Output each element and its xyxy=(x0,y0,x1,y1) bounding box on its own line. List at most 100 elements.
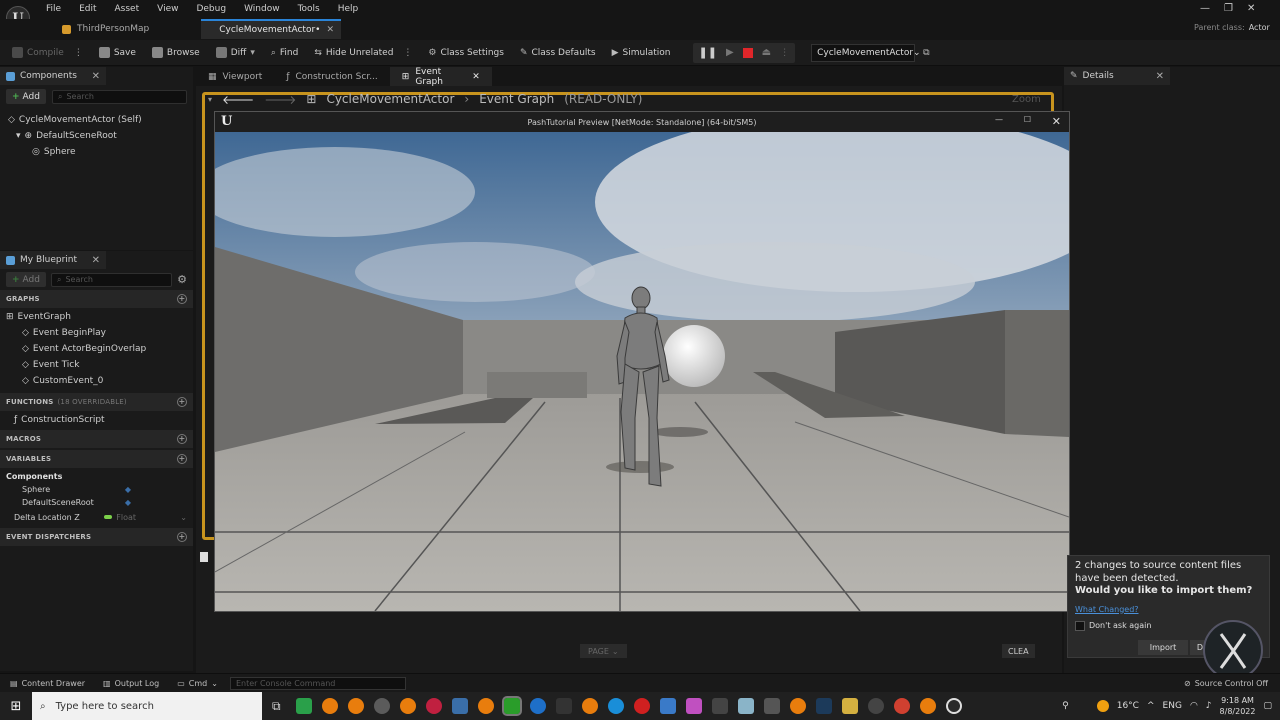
tab-event-graph[interactable]: ⊞ Event Graph ✕ xyxy=(389,67,492,87)
event-item-custom[interactable]: ◇ CustomEvent_0 xyxy=(6,373,187,389)
app-icon[interactable] xyxy=(529,698,546,714)
language-indicator[interactable]: ENG xyxy=(1163,701,1182,711)
variable-item-default-scene-root[interactable]: DefaultSceneRoot ◆ xyxy=(6,496,187,509)
maximize-icon[interactable]: ☐ xyxy=(1024,115,1031,124)
close-app-icon[interactable]: ✕ xyxy=(1247,3,1255,14)
source-control-button[interactable]: ⊘ Source Control Off xyxy=(1184,679,1280,688)
steam-icon[interactable] xyxy=(815,698,832,714)
app-icon[interactable] xyxy=(295,698,312,714)
components-tab[interactable]: Components ✕ xyxy=(0,67,106,85)
tab-construction-script[interactable]: ƒ Construction Scr... xyxy=(274,67,389,86)
section-graphs[interactable]: GRAPHS + xyxy=(0,290,193,308)
clear-button[interactable]: CLEA xyxy=(1002,644,1035,658)
output-log-button[interactable]: ▥ Output Log xyxy=(99,679,163,688)
tree-item-default-scene-root[interactable]: ▾ ⊕ DefaultSceneRoot xyxy=(8,128,185,144)
people-icon[interactable]: ⚲ xyxy=(1062,701,1069,711)
temperature-label[interactable]: 16°C xyxy=(1117,701,1139,711)
opera-icon[interactable] xyxy=(425,698,442,714)
stop-icon[interactable] xyxy=(742,47,753,58)
close-tab-icon[interactable]: ✕ xyxy=(472,72,480,82)
breadcrumb-actor[interactable]: CycleMovementActor xyxy=(326,92,454,106)
tree-item-self[interactable]: ◇ CycleMovementActor (Self) xyxy=(8,112,185,128)
menu-edit[interactable]: Edit xyxy=(70,1,105,17)
app-icon[interactable] xyxy=(451,698,468,714)
page-button[interactable]: PAGE ⌄ xyxy=(580,644,627,658)
class-defaults-button[interactable]: ✎ Class Defaults xyxy=(512,42,604,64)
blender-icon[interactable] xyxy=(919,698,936,714)
add-graph-icon[interactable]: + xyxy=(177,294,187,304)
blender-icon[interactable] xyxy=(789,698,806,714)
app-icon[interactable] xyxy=(373,698,390,714)
add-member-button[interactable]: + Add xyxy=(6,272,46,287)
save-button[interactable]: Save xyxy=(91,42,144,64)
diff-button[interactable]: Diff ▾ xyxy=(208,42,263,64)
close-icon[interactable]: ✕ xyxy=(92,255,100,266)
console-command-input[interactable]: Enter Console Command xyxy=(229,676,406,690)
menu-tools[interactable]: Tools xyxy=(289,1,329,17)
folder-icon[interactable] xyxy=(841,698,858,714)
app-icon[interactable] xyxy=(685,698,702,714)
game-window-titlebar[interactable]: U PashTutorial Preview [NetMode: Standal… xyxy=(215,112,1069,132)
function-item-construction-script[interactable]: ƒ ConstructionScript xyxy=(6,412,187,428)
browse-button[interactable]: Browse xyxy=(144,42,208,64)
wifi-icon[interactable]: ◠ xyxy=(1190,701,1198,711)
blueprint-search-input[interactable]: ⌕ Search xyxy=(50,272,173,287)
cmd-dropdown[interactable]: ▭ Cmd ⌄ xyxy=(173,679,222,688)
menu-view[interactable]: View xyxy=(148,1,187,17)
close-icon[interactable]: ✕ xyxy=(1156,71,1164,82)
edge-icon[interactable] xyxy=(607,698,624,714)
unreal-engine-icon[interactable] xyxy=(945,698,962,714)
add-dispatcher-icon[interactable]: + xyxy=(177,532,187,542)
variable-group-components[interactable]: Components xyxy=(6,469,187,483)
restore-icon[interactable]: ❐ xyxy=(1224,3,1233,14)
unity-icon[interactable] xyxy=(763,698,780,714)
minimize-icon[interactable]: — xyxy=(1200,3,1210,14)
breadcrumb-graph[interactable]: Event Graph xyxy=(479,92,554,106)
debug-object-dropdown[interactable]: CycleMovementActor ⌄ xyxy=(811,43,921,62)
app-icon[interactable] xyxy=(633,698,650,714)
close-icon[interactable]: ✕ xyxy=(92,71,100,82)
pause-icon[interactable]: ❚❚ xyxy=(699,46,717,59)
event-item-tick[interactable]: ◇ Event Tick xyxy=(6,357,187,373)
menu-asset[interactable]: Asset xyxy=(106,1,149,17)
find-button[interactable]: ⌕ Find xyxy=(263,42,307,64)
compile-button[interactable]: Compile ⋮ xyxy=(4,42,91,64)
game-scene[interactable] xyxy=(215,132,1069,611)
tab-viewport[interactable]: ▦ Viewport xyxy=(196,67,274,86)
blender-icon[interactable] xyxy=(347,698,364,714)
tab-cycle-movement-actor[interactable]: CycleMovementActor• ✕ xyxy=(201,19,342,39)
compile-options-icon[interactable]: ⋮ xyxy=(74,48,83,58)
chevron-up-icon[interactable]: ^ xyxy=(1147,701,1155,711)
taskbar-search-input[interactable]: ⌕ Type here to search xyxy=(32,692,262,720)
close-tab-icon[interactable]: ✕ xyxy=(326,25,334,35)
section-variables[interactable]: VARIABLES + xyxy=(0,450,193,468)
clock[interactable]: 9:18 AM 8/8/2022 xyxy=(1220,695,1256,717)
section-event-dispatchers[interactable]: EVENT DISPATCHERS + xyxy=(0,528,193,546)
chrome-icon[interactable] xyxy=(893,698,910,714)
expand-menu-icon[interactable]: ▾ xyxy=(208,95,212,104)
minimize-icon[interactable]: — xyxy=(995,115,1003,124)
gear-icon[interactable]: ⚙ xyxy=(177,273,187,286)
windows-start-icon[interactable]: ⊞ xyxy=(0,699,32,714)
forward-arrow-icon[interactable]: 🡒 xyxy=(264,92,296,107)
game-preview-window[interactable]: U PashTutorial Preview [NetMode: Standal… xyxy=(214,111,1070,612)
hide-options-icon[interactable]: ⋮ xyxy=(403,48,412,58)
add-function-icon[interactable]: + xyxy=(177,397,187,407)
menu-debug[interactable]: Debug xyxy=(187,1,235,17)
variable-item-delta-location-z[interactable]: Delta Location Z Float ⌄ xyxy=(6,509,187,525)
section-functions[interactable]: FUNCTIONS (18 OVERRIDABLE) + xyxy=(0,393,193,411)
notification-center-icon[interactable]: ▢ xyxy=(1263,701,1272,711)
menu-file[interactable]: File xyxy=(37,1,70,17)
class-settings-button[interactable]: ⚙ Class Settings xyxy=(420,42,512,64)
variable-item-sphere[interactable]: Sphere ◆ xyxy=(6,483,187,496)
add-component-button[interactable]: + Add xyxy=(6,89,46,104)
menu-window[interactable]: Window xyxy=(235,1,289,17)
volume-icon[interactable]: ♪ xyxy=(1206,701,1212,711)
simulation-button[interactable]: ▶ Simulation xyxy=(604,42,679,64)
app-icon[interactable] xyxy=(737,698,754,714)
section-macros[interactable]: MACROS + xyxy=(0,430,193,448)
add-macro-icon[interactable]: + xyxy=(177,434,187,444)
parent-class-value[interactable]: Actor xyxy=(1249,23,1270,32)
blender-icon[interactable] xyxy=(399,698,416,714)
tree-item-sphere[interactable]: ◎ Sphere xyxy=(8,144,185,160)
